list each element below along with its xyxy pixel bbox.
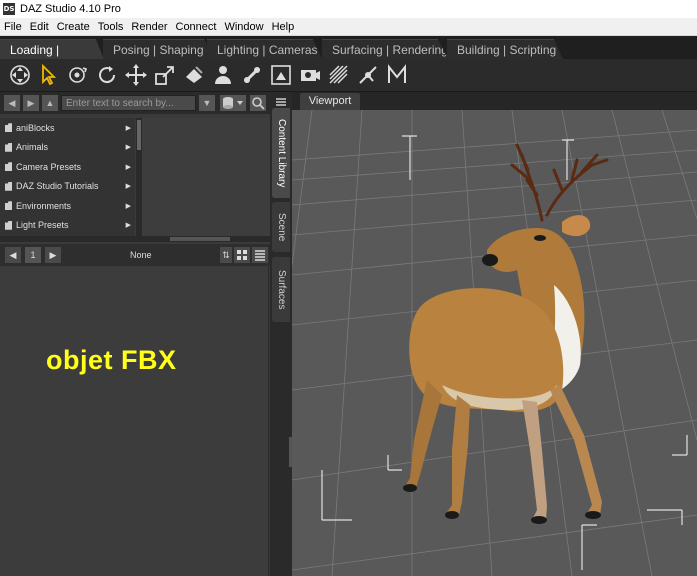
menu-connect[interactable]: Connect [172,21,221,33]
grid-icon [237,250,247,260]
list-item[interactable]: DAZ Studio Tutorials ▶ [0,177,135,197]
chevron-right-icon: ▶ [125,222,131,230]
folder-icon [5,181,12,191]
menu-edit[interactable]: Edit [26,21,53,33]
prev-page-button[interactable]: ◀ [5,247,21,263]
tab-lighting-cameras[interactable]: Lighting | Cameras [207,39,322,59]
asset-grid-area [0,267,269,576]
select-tool-icon[interactable] [37,63,61,87]
page-number[interactable]: 1 [25,247,41,263]
library-folder-list: aniBlocks ▶ Animals ▶ Camera Presets ▶ DAZ … [0,118,135,236]
menu-render[interactable]: Render [127,21,171,33]
surface-tool-icon[interactable] [182,63,206,87]
search-button[interactable] [250,95,266,111]
tab-surfacing-rendering[interactable]: Surfacing | Rendering [322,39,448,59]
menu-window[interactable]: Window [220,21,267,33]
sort-button[interactable]: ⇅ [220,247,232,263]
app-icon: DS [3,3,15,15]
grid-view-button[interactable] [234,247,250,263]
tab-viewport[interactable]: Viewport [300,93,360,110]
content-library-panel: ◀ ▶ ▲ Enter text to search by... ▼ aniBl… [0,92,270,576]
scrollbar-thumb[interactable] [170,237,230,241]
menu-tools[interactable]: Tools [94,21,128,33]
folder-icon [5,220,12,230]
filter-label[interactable]: None [130,247,152,263]
folder-icon [5,142,12,152]
chevron-right-icon: ▶ [125,202,131,210]
list-item[interactable]: Camera Presets ▶ [0,157,135,177]
rotate-tool-icon[interactable] [95,63,119,87]
list-item[interactable]: Environments ▶ [0,196,135,216]
scrollbar-thumb[interactable] [137,120,141,150]
chevron-right-icon: ▶ [125,183,131,191]
node-tool-icon[interactable] [356,63,380,87]
folder-icon [5,123,12,133]
list-icon [255,250,265,261]
viewport-tab-bar: Viewport [292,92,697,110]
forward-button[interactable]: ▶ [23,95,39,111]
search-dropdown-button[interactable]: ▼ [199,95,215,111]
annotation-label: objet FBX [46,345,177,375]
tab-content-library[interactable]: Content Library [272,108,290,198]
figure-tool-icon[interactable] [211,63,235,87]
title-bar: DS DAZ Studio 4.10 Pro [0,0,697,18]
scale-tool-icon[interactable] [153,63,177,87]
menu-create[interactable]: Create [53,21,94,33]
geometry-tool-icon[interactable] [327,63,351,87]
workspace-tab-bar: Loading | Creating Posing | Shaping Ligh… [0,36,697,59]
orbit-tool-icon[interactable] [66,63,90,87]
up-button[interactable]: ▲ [42,95,58,111]
search-input[interactable]: Enter text to search by... [61,95,196,111]
database-filter-button[interactable] [220,95,246,111]
chevron-right-icon: ▶ [125,163,131,171]
tab-loading-creating[interactable]: Loading | Creating [0,39,104,59]
back-button[interactable]: ◀ [4,95,20,111]
tab-posing-shaping[interactable]: Posing | Shaping [103,39,213,59]
menu-help[interactable]: Help [268,21,299,33]
chevron-right-icon: ▶ [125,144,131,152]
database-icon [223,97,243,109]
library-content-pane [142,118,270,236]
window-title: DAZ Studio 4.10 Pro [20,3,121,15]
panel-menu-icon[interactable] [275,94,287,106]
tab-scene[interactable]: Scene [272,202,290,252]
translate-tool-icon[interactable] [124,63,148,87]
camera-tool-icon[interactable] [298,63,322,87]
mesh-tool-icon[interactable] [385,63,409,87]
viewport-scene [292,110,697,576]
tab-surfaces[interactable]: Surfaces [272,257,290,322]
search-row: ◀ ▶ ▲ Enter text to search by... ▼ [0,92,270,114]
horizontal-scrollbar[interactable] [0,236,270,242]
joint-tool-icon[interactable] [240,63,264,87]
next-page-button[interactable]: ▶ [45,247,61,263]
search-icon [252,97,265,110]
chevron-right-icon: ▶ [125,124,131,132]
menu-file[interactable]: File [0,21,26,33]
universal-tool-icon[interactable] [8,63,32,87]
list-item[interactable]: aniBlocks ▶ [0,118,135,138]
folder-icon [5,162,12,172]
list-view-button[interactable] [252,247,268,263]
menu-bar: File Edit Create Tools Render Connect Wi… [0,18,697,36]
tool-bar [0,59,697,92]
deer-model [403,143,609,524]
list-item[interactable]: Light Presets ▶ [0,216,135,236]
folder-icon [5,201,12,211]
side-tab-strip: Content Library Scene Surfaces [270,92,292,576]
list-item[interactable]: Animals ▶ [0,138,135,158]
viewport-3d[interactable] [292,110,697,576]
tab-building-scripting[interactable]: Building | Scripting [447,39,563,59]
region-tool-icon[interactable] [269,63,293,87]
pager-row: ◀ 1 ▶ None ⇅ [0,244,270,266]
